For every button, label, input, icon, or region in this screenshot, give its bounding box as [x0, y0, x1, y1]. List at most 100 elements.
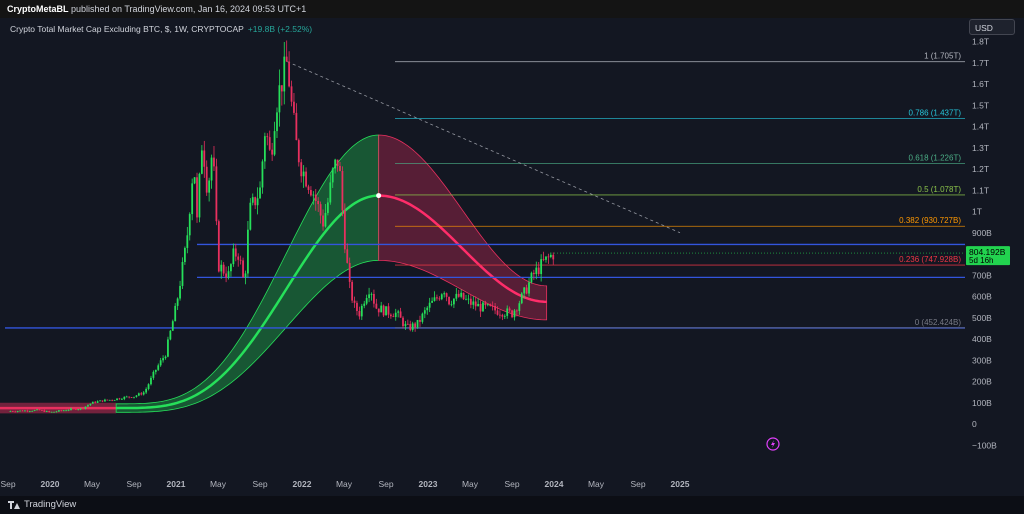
candle-body [120, 398, 123, 400]
candle-body [375, 303, 378, 309]
candle-body [276, 112, 278, 132]
candle-body [455, 293, 458, 299]
candle-body [542, 259, 545, 260]
time-axis-label: May [588, 479, 605, 489]
candle-body [111, 399, 114, 401]
candle-body [89, 403, 92, 406]
candle-body [516, 310, 518, 312]
candle-body [147, 384, 150, 389]
candle-body [426, 307, 429, 311]
candle-body [436, 297, 438, 299]
candle-body [186, 235, 189, 248]
candle-body [484, 302, 487, 306]
candle-body [31, 410, 34, 412]
candle-body [411, 323, 414, 330]
candle-body [203, 150, 206, 167]
candle-body [67, 409, 70, 411]
candle-body [317, 200, 320, 205]
candle-body [310, 189, 312, 196]
price-axis-label: 0 [972, 419, 977, 429]
time-axis-label: May [84, 479, 101, 489]
price-axis-label: 500B [972, 313, 992, 323]
symbol-legend: Crypto Total Market Cap Excluding BTC, $… [10, 24, 312, 34]
candle-body [159, 360, 162, 366]
candle-body [280, 85, 283, 92]
candle-body [452, 298, 455, 305]
candle-body [547, 256, 550, 258]
candle-body [183, 247, 186, 263]
candle-body [125, 396, 128, 398]
candle-body [43, 410, 46, 412]
candle-body [130, 397, 133, 399]
candle-body [116, 398, 118, 401]
candle-body [193, 177, 196, 184]
candle-body [346, 249, 349, 263]
time-axis-label: 2021 [167, 479, 186, 489]
time-axis-label: May [462, 479, 479, 489]
candle-body [217, 221, 220, 272]
candle-body [474, 301, 477, 307]
candle-body [499, 314, 501, 316]
fib-level-label: 0.786 (1.437T) [909, 109, 962, 118]
candle-body [496, 310, 499, 315]
chart-area[interactable]: 1 (1.705T) 0.786 (1.437T) 0.618 (1.226T) 0.… [0, 18, 1024, 496]
candle-body [479, 303, 482, 312]
time-axis-label: 2024 [545, 479, 564, 489]
candle-body [297, 140, 300, 163]
candle-body [302, 171, 305, 177]
price-axis-label: 700B [972, 270, 992, 280]
candle-body [14, 411, 17, 413]
candle-body [77, 409, 80, 411]
candle-body [210, 157, 213, 181]
currency-button[interactable]: USD [969, 19, 1015, 35]
candle-body [465, 298, 467, 300]
candle-body [261, 161, 264, 188]
candle-body [145, 388, 148, 393]
candle-body [28, 411, 31, 412]
candle-body [552, 254, 555, 260]
candle-body [450, 304, 453, 306]
tradingview-brand[interactable]: TradingView [8, 499, 76, 510]
candle-body [94, 401, 97, 403]
candle-body [351, 281, 354, 301]
candle-body [91, 401, 94, 404]
candle-body [319, 204, 322, 216]
candle-body [326, 202, 329, 213]
candle-body [341, 170, 344, 211]
candle-body [188, 214, 191, 236]
candle-body [79, 408, 82, 410]
time-axis-label: Sep [126, 479, 141, 489]
candle-body [523, 287, 526, 294]
time-axis-label: Sep [504, 479, 519, 489]
symbol-change: +19.8B (+2.52%) [247, 24, 313, 34]
candle-body [84, 406, 87, 409]
time-axis-label: Sep [0, 479, 15, 489]
candle-body [363, 303, 366, 306]
candle-body [33, 410, 36, 411]
candle-body [433, 297, 436, 301]
candle-body [307, 186, 310, 190]
candle-body [19, 410, 22, 412]
candle-body [537, 267, 540, 275]
plot-background [0, 18, 1024, 496]
candle-body [370, 293, 373, 295]
price-axis-label: 1T [972, 207, 982, 217]
price-axis-label: 1.8T [972, 37, 989, 47]
brand-name: TradingView [24, 499, 77, 510]
price-chart[interactable]: 1 (1.705T) 0.786 (1.437T) 0.618 (1.226T) 0.… [0, 18, 1024, 496]
publisher-name[interactable]: CryptoMetaBL [7, 4, 69, 14]
candle-body [176, 298, 179, 306]
candle-body [266, 136, 269, 138]
fib-level-label: 0.618 (1.226T) [909, 153, 962, 162]
candle-body [545, 256, 547, 260]
candle-body [535, 267, 538, 275]
candle-body [135, 395, 138, 397]
candle-body [513, 310, 516, 318]
candle-body [440, 294, 443, 300]
candle-body [501, 314, 504, 317]
fib-level-label: 0.382 (930.727B) [899, 216, 961, 225]
price-axis-label: 1.5T [972, 100, 989, 110]
candle-body [239, 259, 242, 261]
candle-body [174, 305, 177, 322]
candle-body [198, 173, 201, 218]
